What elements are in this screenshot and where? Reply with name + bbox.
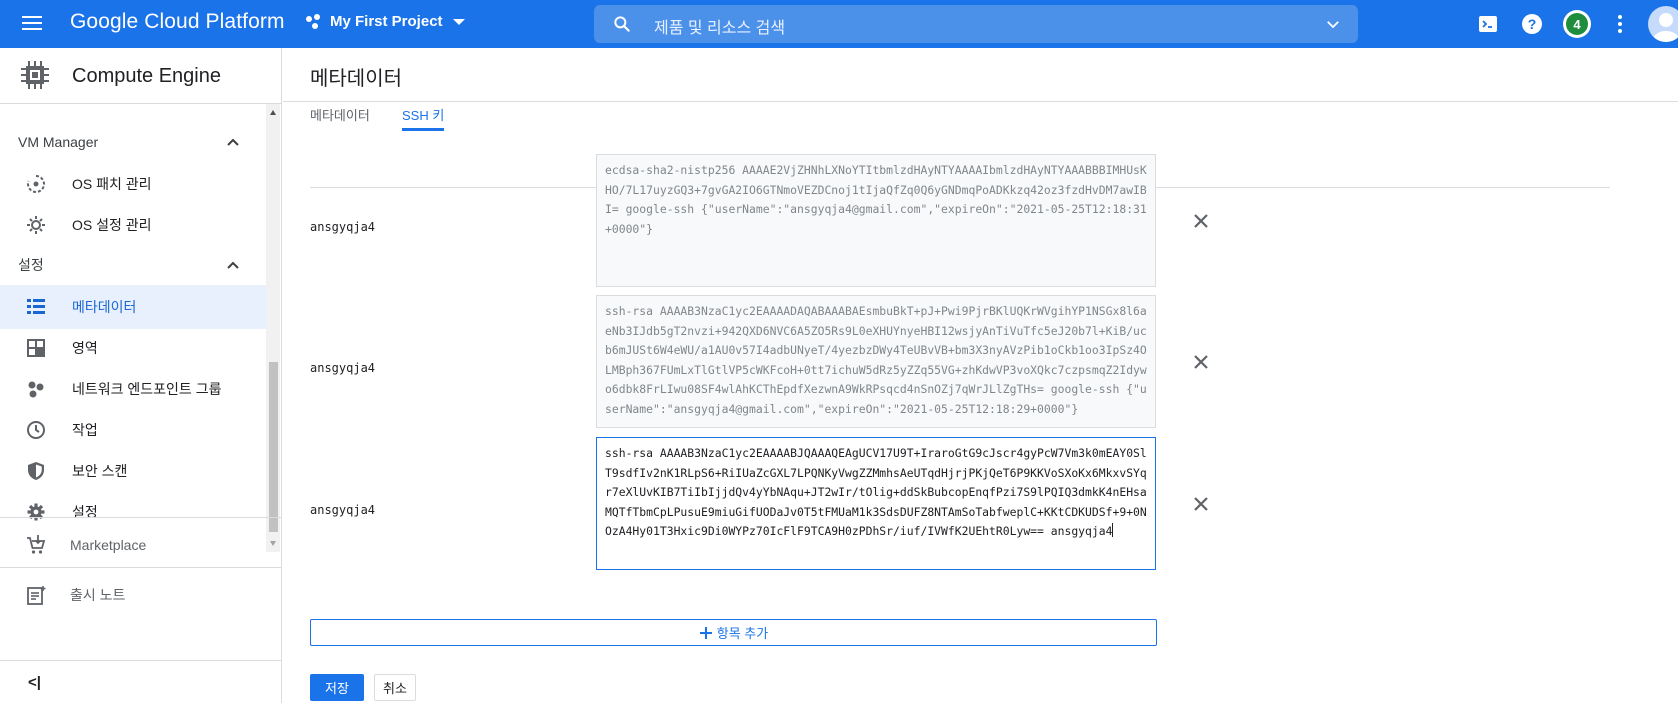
brand-title[interactable]: Google Cloud Platform bbox=[70, 10, 285, 34]
scrollbar-thumb[interactable] bbox=[269, 362, 278, 532]
sidebar-item-label: Marketplace bbox=[70, 536, 147, 553]
sidebar-item-label: 보안 스캔 bbox=[72, 463, 128, 479]
svg-text:?: ? bbox=[1528, 16, 1537, 32]
product-header: Compute Engine bbox=[0, 48, 282, 104]
ssh-key-username: ansgyqja4 bbox=[310, 220, 376, 234]
release-notes-icon bbox=[27, 585, 46, 605]
chevron-up-icon bbox=[227, 138, 239, 146]
sidebar-item-metadata[interactable]: 메타데이터 bbox=[0, 285, 266, 329]
tab-metadata[interactable]: 메타데이터 bbox=[310, 105, 370, 131]
operations-icon bbox=[27, 421, 45, 439]
delete-key-icon[interactable] bbox=[1192, 212, 1210, 230]
project-selector[interactable]: My First Project bbox=[306, 13, 465, 30]
sidebar-item-label: 영역 bbox=[72, 340, 98, 356]
search-bar[interactable]: 제품 및 리소스 검색 bbox=[594, 5, 1358, 43]
sidebar-item-label: 네트워크 엔드포인트 그룹 bbox=[72, 381, 222, 397]
ssh-key-value[interactable]: ecdsa-sha2-nistp256 AAAAE2VjZHNhLXNoYTIt… bbox=[596, 154, 1156, 287]
cart-icon bbox=[27, 534, 46, 554]
sidebar-item-label: 출시 노트 bbox=[70, 586, 126, 603]
os-config-icon bbox=[27, 216, 45, 234]
more-vert-icon[interactable] bbox=[1608, 12, 1632, 36]
main-content: 메타데이터 메타데이터 SSH 키 ansgyqja4 ecdsa-sha2-n… bbox=[283, 48, 1678, 703]
sidebar: Compute Engine VM Manager OS 패치 관리 OS 설정… bbox=[0, 48, 282, 703]
cancel-button[interactable]: 취소 bbox=[374, 674, 416, 701]
metadata-icon bbox=[27, 299, 45, 314]
account-avatar[interactable] bbox=[1648, 6, 1678, 42]
delete-key-icon[interactable] bbox=[1192, 353, 1210, 371]
chevron-down-icon[interactable] bbox=[1324, 15, 1342, 33]
sidebar-item-label: 메타데이터 bbox=[72, 299, 137, 315]
sidebar-item-label: OS 설정 관리 bbox=[72, 217, 152, 233]
section-label: VM Manager bbox=[18, 134, 99, 150]
section-label: 설정 bbox=[18, 257, 44, 273]
patch-icon bbox=[27, 175, 45, 193]
ssh-key-username: ansgyqja4 bbox=[310, 503, 376, 517]
top-app-bar: Google Cloud Platform My First Project 제… bbox=[0, 0, 1678, 48]
chevron-up-icon bbox=[227, 261, 239, 269]
sidebar-item-os-config[interactable]: OS 설정 관리 bbox=[0, 203, 266, 247]
sidebar-item-marketplace[interactable]: Marketplace bbox=[0, 517, 282, 571]
text-caret bbox=[1112, 523, 1114, 537]
project-icon bbox=[306, 13, 322, 30]
menu-icon[interactable] bbox=[20, 12, 44, 36]
add-item-button[interactable]: 항목 추가 bbox=[310, 619, 1157, 646]
search-placeholder: 제품 및 리소스 검색 bbox=[654, 20, 786, 37]
section-vm-manager[interactable]: VM Manager bbox=[0, 122, 266, 162]
ssh-key-username: ansgyqja4 bbox=[310, 361, 376, 375]
collapse-sidebar-button[interactable]: <| bbox=[0, 660, 282, 703]
ssh-key-text: ssh-rsa AAAAB3NzaC1yc2EAAAABJQAAAQEAgUCV… bbox=[605, 446, 1147, 538]
sidebar-nav: VM Manager OS 패치 관리 OS 설정 관리 설정 메타데이터 영역… bbox=[0, 104, 282, 552]
page-title: 메타데이터 bbox=[310, 68, 402, 90]
add-item-label: 항목 추가 bbox=[716, 626, 769, 641]
caret-down-icon bbox=[452, 18, 465, 25]
scroll-up-arrow[interactable] bbox=[270, 110, 276, 115]
sidebar-item-operations[interactable]: 작업 bbox=[0, 408, 266, 452]
divider bbox=[283, 101, 1678, 102]
cloud-shell-icon[interactable] bbox=[1476, 12, 1500, 36]
ssh-key-value[interactable]: ssh-rsa AAAAB3NzaC1yc2EAAAADAQABAAABAEsm… bbox=[596, 295, 1156, 428]
person-icon bbox=[1653, 13, 1678, 42]
sidebar-item-security-scan[interactable]: 보안 스캔 bbox=[0, 449, 266, 493]
sidebar-item-label: 작업 bbox=[72, 422, 98, 438]
help-icon[interactable]: ? bbox=[1520, 12, 1544, 36]
search-icon bbox=[614, 16, 630, 32]
sidebar-item-release-notes[interactable]: 출시 노트 bbox=[0, 567, 282, 621]
zones-icon bbox=[27, 339, 45, 357]
plus-icon bbox=[699, 626, 712, 639]
tab-ssh-keys[interactable]: SSH 키 bbox=[402, 105, 445, 131]
sidebar-item-os-patch[interactable]: OS 패치 관리 bbox=[0, 162, 266, 206]
compute-engine-icon bbox=[21, 61, 49, 89]
product-title: Compute Engine bbox=[72, 65, 221, 87]
collapse-icon: <| bbox=[28, 674, 41, 691]
sidebar-item-zones[interactable]: 영역 bbox=[0, 326, 266, 370]
delete-key-icon[interactable] bbox=[1192, 495, 1210, 513]
sidebar-item-network-endpoint-groups[interactable]: 네트워크 엔드포인트 그룹 bbox=[0, 367, 266, 411]
section-settings[interactable]: 설정 bbox=[0, 245, 266, 285]
security-scan-icon bbox=[28, 462, 44, 480]
sidebar-item-label: OS 패치 관리 bbox=[72, 176, 152, 192]
project-name: My First Project bbox=[330, 13, 443, 30]
save-button[interactable]: 저장 bbox=[310, 674, 364, 701]
sidebar-scrollbar[interactable] bbox=[266, 104, 280, 552]
ssh-key-input[interactable]: ssh-rsa AAAAB3NzaC1yc2EAAAABJQAAAQEAgUCV… bbox=[596, 437, 1156, 570]
notifications-badge[interactable]: 4 bbox=[1563, 10, 1591, 38]
network-endpoint-icon bbox=[28, 381, 44, 398]
